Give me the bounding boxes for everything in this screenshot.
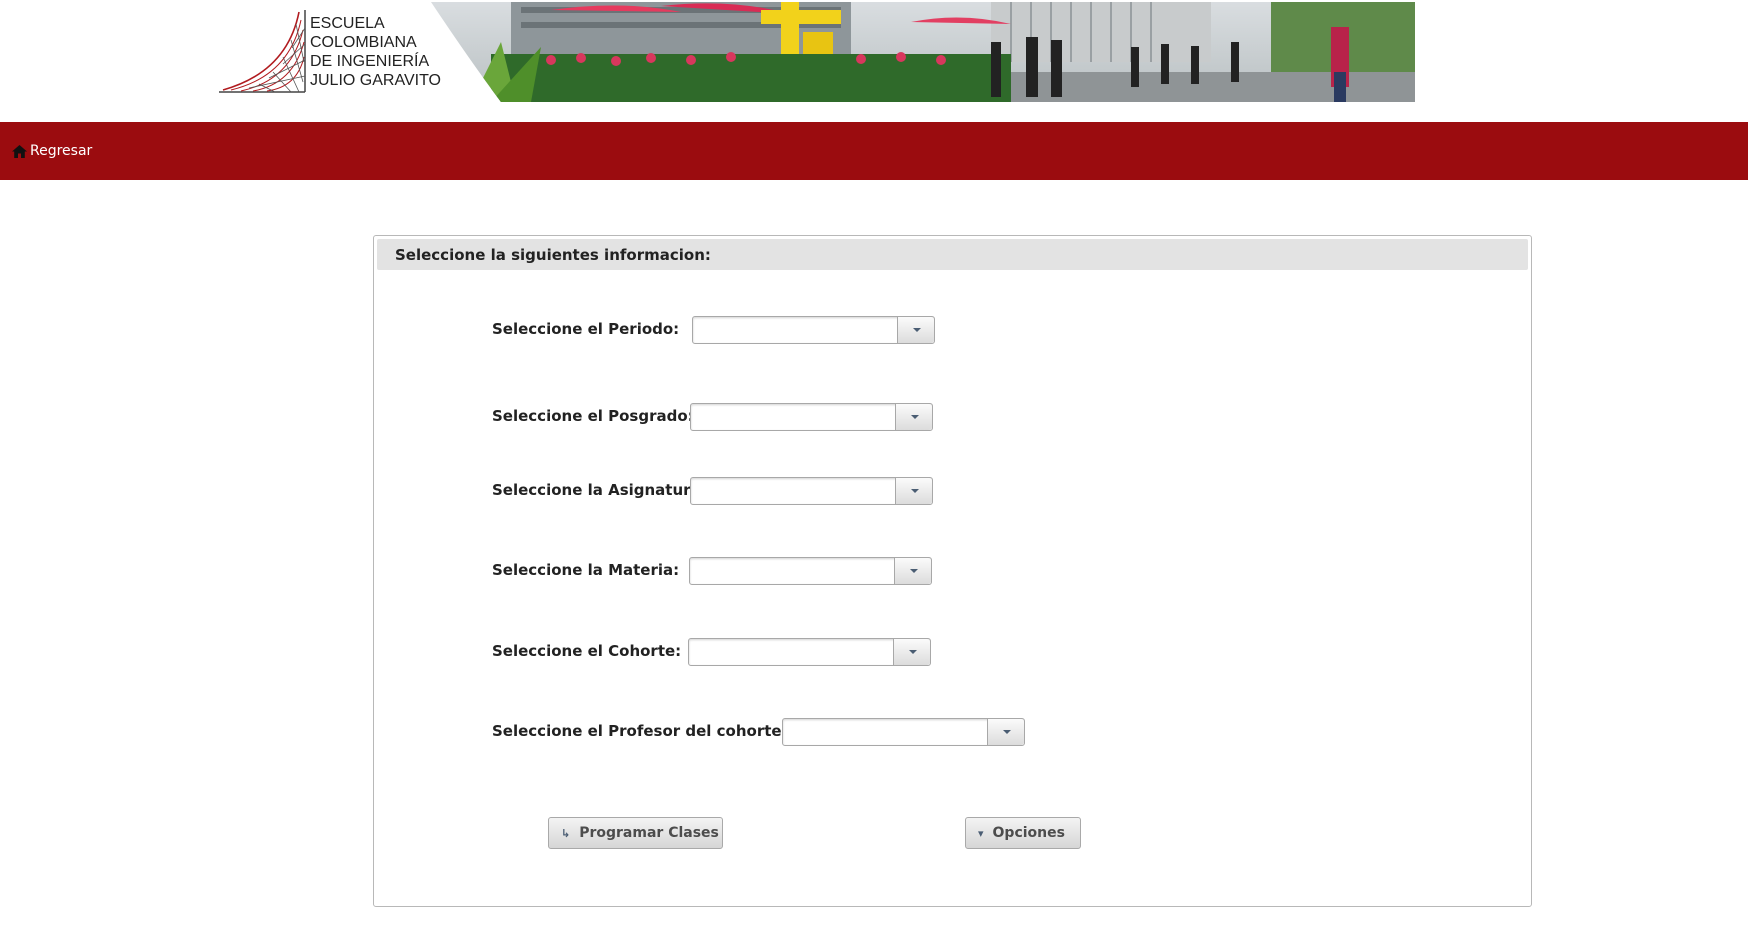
- school-name: ESCUELA COLOMBIANA DE INGENIERÍA JULIO G…: [310, 15, 441, 89]
- chevron-down-icon: [909, 650, 917, 654]
- cohorte-select[interactable]: [688, 638, 931, 666]
- asignatura-label: Seleccione la Asignatura:: [492, 481, 707, 499]
- posgrado-label: Seleccione el Posgrado:: [492, 407, 694, 425]
- periodo-label: Seleccione el Periodo:: [492, 320, 680, 338]
- asignatura-dropdown-button[interactable]: [895, 478, 932, 504]
- campus-photo: [431, 2, 1415, 102]
- programar-clases-label: Programar Clases: [579, 825, 719, 841]
- back-link-label: Regresar: [30, 143, 93, 159]
- periodo-select[interactable]: [692, 316, 935, 344]
- profesor-select[interactable]: [782, 718, 1025, 746]
- materia-label: Seleccione la Materia:: [492, 561, 680, 579]
- chevron-down-icon: [911, 489, 919, 493]
- periodo-dropdown-button[interactable]: [897, 317, 934, 343]
- panel-title: Seleccione la siguientes informacion:: [395, 246, 711, 264]
- panel-header: Seleccione la siguientes informacion:: [377, 239, 1528, 270]
- chevron-down-icon: [913, 328, 921, 332]
- profesor-dropdown-button[interactable]: [987, 719, 1024, 745]
- profesor-label: Seleccione el Profesor del cohorte:: [492, 722, 788, 740]
- chevron-down-icon: [910, 569, 918, 573]
- asignatura-select[interactable]: [690, 477, 933, 505]
- opciones-label: Opciones: [992, 825, 1065, 841]
- nav-bar: Regresar: [0, 122, 1748, 180]
- materia-dropdown-button[interactable]: [894, 558, 931, 584]
- return-arrow-icon: ↳: [561, 826, 571, 840]
- cohorte-dropdown-button[interactable]: [893, 639, 930, 665]
- home-icon: [12, 144, 27, 158]
- chevron-down-icon: [1003, 730, 1011, 734]
- opciones-button[interactable]: ▾ Opciones: [965, 817, 1081, 849]
- header-banner: ESCUELA COLOMBIANA DE INGENIERÍA JULIO G…: [219, 2, 1415, 102]
- materia-select[interactable]: [689, 557, 932, 585]
- selection-panel: Seleccione la siguientes informacion: Se…: [373, 235, 1532, 907]
- programar-clases-button[interactable]: ↳ Programar Clases: [548, 817, 723, 849]
- posgrado-dropdown-button[interactable]: [895, 404, 932, 430]
- chevron-down-icon: [911, 415, 919, 419]
- back-link[interactable]: Regresar: [12, 141, 92, 161]
- posgrado-select[interactable]: [690, 403, 933, 431]
- cohorte-label: Seleccione el Cohorte:: [492, 642, 682, 660]
- caret-down-icon: ▾: [978, 826, 984, 840]
